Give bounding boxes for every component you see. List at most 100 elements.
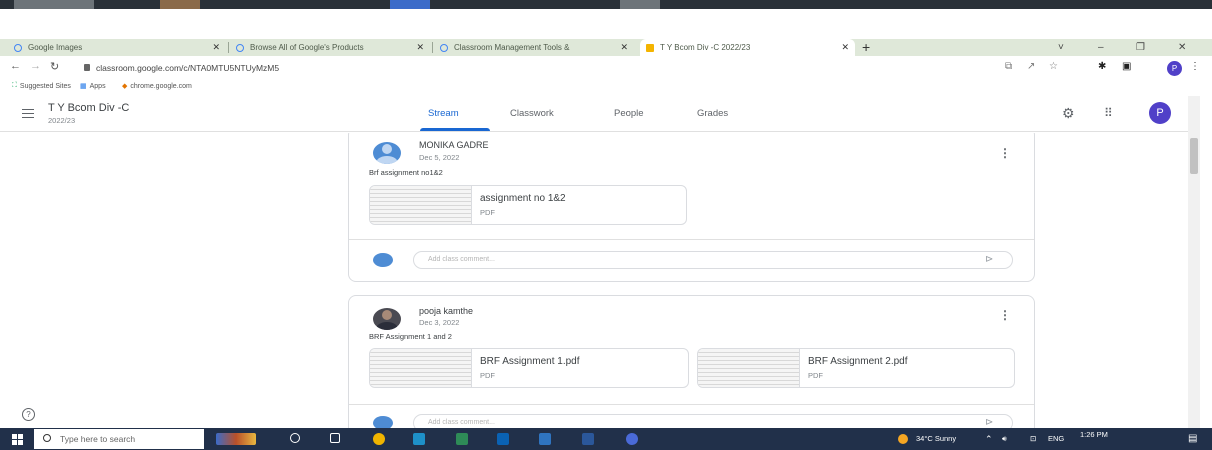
back-icon[interactable]: ←: [10, 60, 21, 72]
store-icon[interactable]: [456, 433, 468, 445]
tab-class-stream[interactable]: T Y Bcom Div -C 2022/23 ✕: [640, 39, 855, 56]
main-menu-icon[interactable]: [22, 109, 34, 118]
tray-overflow-icon[interactable]: ⌃: [985, 428, 993, 450]
attachment-type: PDF: [480, 371, 495, 380]
cortana-icon[interactable]: [290, 433, 300, 443]
google-icon: [440, 44, 448, 52]
attachment-type: PDF: [480, 208, 495, 217]
post-text: Brf assignment no1&2: [369, 168, 443, 177]
bookmark-label: chrome.google.com: [130, 82, 192, 90]
bookmarks-bar: ⛶ Suggested Sites ▦ Apps ◆ chrome.google…: [0, 80, 1212, 94]
post-author: pooja kamthe: [419, 306, 474, 316]
search-highlight-icon[interactable]: [216, 433, 256, 445]
windows-taskbar: Type here to search 34°C Sunny ⌃ 🔊︎ ⊡ EN…: [0, 428, 1212, 450]
attachment-card[interactable]: BRF Assignment 2.pdf PDF: [697, 348, 1015, 388]
attachment-title: BRF Assignment 1.pdf: [480, 356, 580, 367]
chrome-app-icon[interactable]: [626, 433, 638, 445]
attachment-card[interactable]: BRF Assignment 1.pdf PDF: [369, 348, 689, 388]
language-indicator[interactable]: ENG: [1048, 428, 1064, 450]
file-explorer-icon[interactable]: [539, 433, 551, 445]
help-icon[interactable]: ?: [22, 408, 35, 421]
tab-label: Google Images: [28, 43, 83, 52]
pdf-thumbnail: [370, 186, 472, 224]
chrome-webstore-icon: ◆: [122, 83, 128, 90]
google-icon: [236, 44, 244, 52]
more-options-icon[interactable]: ⋮: [999, 308, 1011, 322]
weather-text[interactable]: 34°C Sunny: [916, 428, 956, 450]
notification-icon[interactable]: ▤: [1188, 428, 1197, 450]
stream-post: pooja kamthe Dec 3, 2022 ⋮ BRF Assignmen…: [348, 295, 1035, 428]
pdf-thumbnail: [370, 349, 472, 387]
pdf-thumbnail: [698, 349, 800, 387]
class-comment-input[interactable]: Add class comment...: [413, 251, 1013, 269]
post-date: Dec 5, 2022: [419, 153, 460, 162]
network-icon[interactable]: ⊡: [1030, 428, 1036, 450]
google-apps-icon[interactable]: ⠿: [1104, 106, 1113, 120]
lock-icon: [84, 64, 90, 71]
install-icon[interactable]: ⧉: [1005, 61, 1012, 72]
word-icon[interactable]: [582, 433, 594, 445]
close-tab-icon[interactable]: ✕: [416, 42, 424, 53]
close-window-button[interactable]: ✕: [1178, 39, 1186, 56]
browser-menu-icon[interactable]: ⋮: [1190, 61, 1200, 72]
tab-stream[interactable]: Stream: [428, 108, 459, 119]
maximize-button[interactable]: ❐: [1136, 39, 1145, 56]
apps-grid-icon: ▦: [80, 83, 87, 90]
page-scrollbar[interactable]: [1188, 96, 1200, 428]
task-view-icon[interactable]: [330, 433, 340, 443]
user-avatar[interactable]: P: [1149, 102, 1171, 124]
classroom-icon: [646, 44, 654, 52]
attachment-card[interactable]: assignment no 1&2 PDF: [369, 185, 687, 225]
bookmark-suggested-sites[interactable]: ⛶ Suggested Sites: [12, 82, 71, 90]
bookmark-chrome[interactable]: ◆ chrome.google.com: [122, 82, 192, 91]
close-tab-icon[interactable]: ✕: [212, 42, 220, 53]
close-tab-icon[interactable]: ✕: [620, 42, 628, 53]
taskbar-search-box[interactable]: Type here to search: [34, 429, 204, 449]
send-icon[interactable]: ⊳: [985, 417, 993, 428]
bookmark-star-icon[interactable]: ☆: [1049, 61, 1058, 72]
attachment-title: assignment no 1&2: [480, 193, 566, 204]
post-author: MONIKA GADRE: [419, 140, 489, 150]
stream-content: MONIKA GADRE Dec 5, 2022 ⋮ Brf assignmen…: [0, 133, 1188, 428]
tab-google-images[interactable]: Google Images ✕: [8, 39, 226, 56]
extensions-icon[interactable]: ✱: [1098, 61, 1106, 72]
commenter-avatar: [373, 253, 393, 267]
url-field[interactable]: classroom.google.com/c/NTA0MTU5NTUyMzM5: [82, 59, 1002, 77]
settings-gear-icon[interactable]: ⚙: [1062, 105, 1075, 122]
side-panel-icon[interactable]: ▣: [1122, 61, 1131, 72]
minimize-button[interactable]: –: [1098, 39, 1104, 56]
edge-icon[interactable]: [413, 433, 425, 445]
windows-start-icon[interactable]: [12, 434, 23, 445]
active-tab-indicator: [420, 128, 490, 131]
class-comment-input[interactable]: Add class comment...: [413, 414, 1013, 428]
post-text: BRF Assignment 1 and 2: [369, 332, 452, 341]
tab-people[interactable]: People: [614, 108, 644, 119]
share-icon[interactable]: ↗: [1027, 61, 1035, 72]
reload-icon[interactable]: ↻: [50, 60, 59, 73]
tab-grades[interactable]: Grades: [697, 108, 728, 119]
scrollbar-thumb[interactable]: [1190, 138, 1198, 174]
more-options-icon[interactable]: ⋮: [999, 146, 1011, 160]
mail-icon[interactable]: [497, 433, 509, 445]
send-icon[interactable]: ⊳: [985, 254, 993, 265]
class-subtitle: 2022/23: [48, 116, 76, 125]
tab-browse-products[interactable]: Browse All of Google's Products ✕: [230, 39, 430, 56]
tab-classwork[interactable]: Classwork: [510, 108, 554, 119]
tab-search-icon[interactable]: ˅: [1058, 39, 1064, 56]
forward-icon[interactable]: →: [30, 60, 41, 72]
clock-time[interactable]: 1:26 PM: [1080, 424, 1108, 446]
class-title[interactable]: T Y Bcom Div -C: [48, 102, 129, 114]
chrome-icon[interactable]: [373, 433, 385, 445]
classroom-header: T Y Bcom Div -C 2022/23 Stream Classwork…: [0, 96, 1190, 132]
speaker-icon[interactable]: 🔊︎: [1002, 428, 1007, 450]
tab-classroom-tools[interactable]: Classroom Management Tools & ✕: [434, 39, 634, 56]
browser-profile-avatar[interactable]: P: [1167, 61, 1182, 76]
previous-screen-strip: [0, 0, 1212, 9]
address-bar-row: ← → ↻ classroom.google.com/c/NTA0MTU5NTU…: [0, 56, 1212, 80]
weather-sun-icon: [898, 434, 908, 444]
close-tab-icon[interactable]: ✕: [841, 42, 849, 53]
divider: [349, 239, 1034, 240]
bookmark-apps[interactable]: ▦ Apps: [80, 82, 106, 91]
new-tab-button[interactable]: +: [862, 39, 870, 56]
divider: [349, 404, 1034, 405]
